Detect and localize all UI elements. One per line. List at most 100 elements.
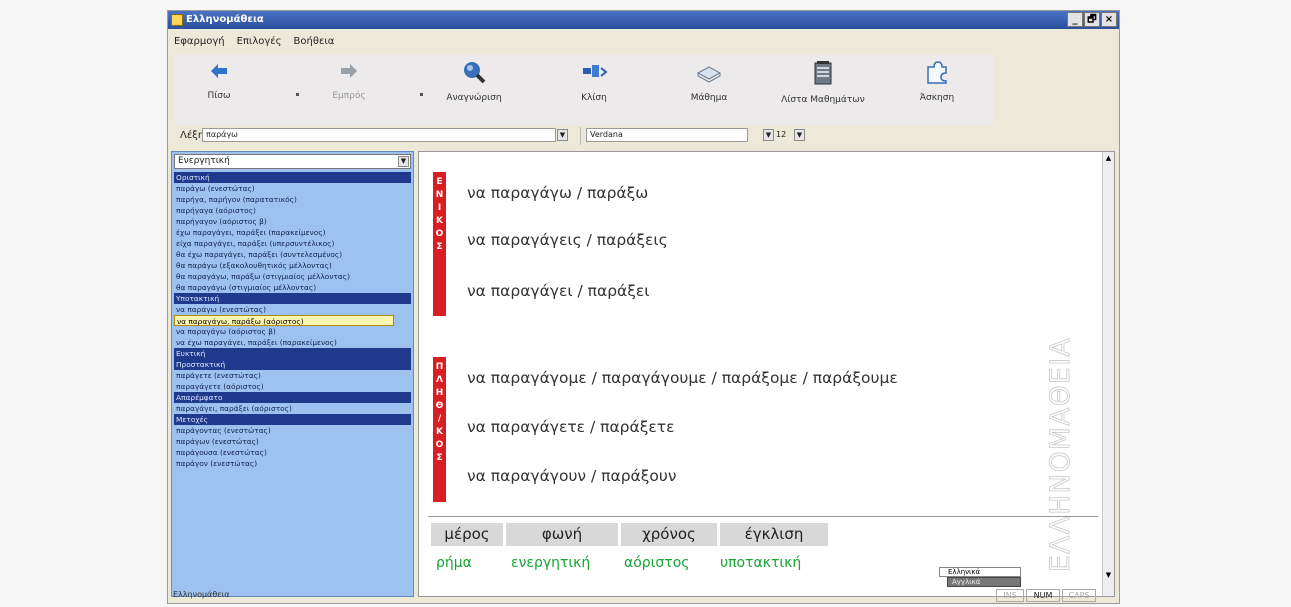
status-text: Ελληνομάθεια (173, 590, 230, 599)
form-item[interactable]: να παραγάγω (αόριστος β) (174, 326, 411, 337)
plural-letter: Λ (436, 375, 443, 385)
singular-label: ΕΝΙΚΟΣ (433, 172, 446, 316)
mood-header[interactable]: Ευκτική (174, 348, 411, 359)
language-toggle[interactable]: Ελληνικά Αγγλικά (939, 567, 1023, 589)
lesson-list-label: Λίστα Μαθημάτων (781, 95, 865, 105)
plural-label: Π Λ Η Θ / Κ Ο Σ (433, 357, 446, 502)
watermark-text: ΕΛΛΗΝΟΜΑΘΕΙΑ (1045, 337, 1076, 572)
forward-arrow-icon (341, 64, 357, 78)
conjugation-singular-2: να παραγάγεις / παράξεις (467, 231, 668, 249)
conjugation-singular-3: να παραγάγει / παράξει (467, 282, 650, 300)
app-icon (171, 14, 183, 26)
close-button[interactable]: × (1101, 12, 1117, 27)
conjugation-plural-1: να παραγάγομε / παραγάγουμε / παράξομε /… (467, 369, 898, 387)
lesson-list-button[interactable]: Λίστα Μαθημάτων (778, 59, 868, 119)
forward-label: Εμπρός (332, 91, 366, 101)
plural-letter: Κ (436, 427, 443, 437)
form-item[interactable]: θα παράγω (εξακολουθητικός μέλλοντας) (174, 260, 411, 271)
form-item[interactable]: να παραγάγω, παράξω (αόριστος) (174, 315, 394, 326)
inflection-icon (583, 65, 608, 77)
form-item[interactable]: να έχω παραγάγει, παράξει (παρακείμενος) (174, 337, 411, 348)
mood-header[interactable]: Απαρέμφατο (174, 392, 411, 403)
form-item[interactable]: έχω παραγάγει, παράξει (παρακείμενος) (174, 227, 411, 238)
exercise-label: Άσκηση (919, 93, 955, 103)
form-item[interactable]: θα παραγάγω (στιγμιαίος μέλλοντας) (174, 282, 411, 293)
header-part: μέρος (431, 523, 503, 546)
form-item[interactable]: παράγοντας (ενεστώτας) (174, 425, 411, 436)
menu-bar: Εφαρμογή Επιλογές Βοήθεια (168, 30, 1119, 52)
notepad-icon (814, 61, 832, 85)
maximize-button[interactable]: 🗗 (1084, 12, 1100, 27)
lesson-label: Μάθημα (690, 93, 728, 103)
mood-header[interactable]: Μετοχές (174, 414, 411, 425)
plural-letter: / (437, 414, 442, 424)
form-item[interactable]: παράγουσα (ενεστώτας) (174, 447, 411, 458)
menu-options[interactable]: Επιλογές (231, 36, 288, 47)
forward-button[interactable]: Εμπρός (304, 59, 394, 119)
font-dropdown-button[interactable]: ▼ (763, 129, 774, 141)
form-item[interactable]: θα έχω παραγάγει, παράξει (συντελεσμένος… (174, 249, 411, 260)
minimize-button[interactable]: _ (1067, 12, 1083, 27)
lang-greek[interactable]: Ελληνικά (939, 567, 1021, 577)
menu-help[interactable]: Βοήθεια (288, 36, 341, 47)
toolbar: Πίσω Εμπρός Αναγνώριση Κλίση Μάθημα Λίστ… (174, 55, 994, 125)
plural-letter: Θ (435, 401, 444, 411)
lang-english[interactable]: Αγγλικά (947, 577, 1021, 587)
mood-header[interactable]: Οριστική (174, 172, 411, 183)
back-arrow-icon (211, 64, 227, 78)
form-item[interactable]: παραγάγει, παράξει (αόριστος) (174, 403, 411, 414)
word-input[interactable]: παράγω (202, 128, 556, 142)
header-tense: χρόνος (621, 523, 717, 546)
form-item[interactable]: παράγον (ενεστώτας) (174, 458, 411, 469)
font-select[interactable]: Verdana (586, 128, 748, 142)
puzzle-icon (927, 61, 947, 84)
inflection-button[interactable]: Κλίση (549, 59, 639, 119)
voice-select[interactable]: Ενεργητική ▼ (174, 154, 411, 169)
plural-letter: Π (435, 362, 444, 372)
form-item[interactable]: παράγετε (ενεστώτας) (174, 370, 411, 381)
conjugation-view: ΕΝΙΚΟΣ Π Λ Η Θ / Κ Ο Σ να παραγάγω / παράξω να … (418, 151, 1115, 597)
lesson-button[interactable]: Μάθημα (664, 59, 754, 119)
status-caps: CAPS (1062, 589, 1096, 602)
word-bar: Λέξη παράγω ▼ Verdana ▼ 12 ▼ (168, 127, 1119, 147)
value-tense: αόριστος (624, 555, 690, 571)
menu-application[interactable]: Εφαρμογή (168, 36, 231, 47)
voice-value: Ενεργητική (178, 156, 230, 166)
book-icon (696, 66, 722, 83)
exercise-button[interactable]: Άσκηση (892, 59, 982, 119)
header-mood: έγκλιση (720, 523, 828, 546)
scroll-down-icon[interactable]: ▼ (1104, 570, 1113, 580)
conjugation-plural-3: να παραγάγουν / παράξουν (467, 467, 677, 485)
forms-list: Οριστική παράγω (ενεστώτας) παρήγα, παρήγο… (174, 172, 411, 469)
mood-header[interactable]: Υποτακτική (174, 293, 411, 304)
form-item[interactable]: να παράγω (ενεστώτας) (174, 304, 411, 315)
form-item[interactable]: παρήγαγον (αόριστος β) (174, 216, 411, 227)
back-label: Πίσω (207, 91, 231, 101)
watermark-logo: ΕΛΛΗΝΟΜΑΘΕΙΑ (1045, 337, 1077, 573)
app-window: Ελληνομάθεια _ 🗗 × Εφαρμογή Επιλογές Βοή… (167, 10, 1120, 604)
back-button[interactable]: Πίσω (174, 59, 264, 119)
header-voice: φωνή (506, 523, 618, 546)
window-title: Ελληνομάθεια (186, 14, 264, 25)
toolbar-dropdown-dot-2[interactable] (420, 93, 423, 96)
vertical-scrollbar[interactable]: ▲ ▼ (1102, 152, 1114, 596)
recognition-button[interactable]: Αναγνώριση (429, 59, 519, 119)
plural-letter: Η (435, 388, 444, 398)
word-bar-divider (580, 127, 581, 145)
scroll-up-icon[interactable]: ▲ (1104, 153, 1113, 163)
font-size-dropdown-button[interactable]: ▼ (794, 129, 805, 141)
word-dropdown-button[interactable]: ▼ (557, 129, 568, 141)
mood-header[interactable]: Προστακτική (174, 359, 411, 370)
status-bar: Ελληνομάθεια INS NUM CAPS (168, 588, 1119, 604)
form-item[interactable]: είχα παραγάγει, παράξει (υπερσυντέλικος) (174, 238, 411, 249)
form-item[interactable]: θα παραγάγω, παράξω (στιγμιαίος μέλλοντα… (174, 271, 411, 282)
voice-dropdown-button[interactable]: ▼ (398, 156, 409, 167)
form-item[interactable]: παρήγαγα (αόριστος) (174, 205, 411, 216)
form-item[interactable]: παραγάγετε (αόριστος) (174, 381, 411, 392)
form-item[interactable]: παράγων (ενεστώτας) (174, 436, 411, 447)
title-bar: Ελληνομάθεια _ 🗗 × (168, 11, 1119, 29)
toolbar-dropdown-dot[interactable] (296, 93, 299, 96)
inflection-label: Κλίση (581, 93, 607, 103)
form-item[interactable]: παρήγα, παρήγον (παρατατικός) (174, 194, 411, 205)
form-item[interactable]: παράγω (ενεστώτας) (174, 183, 411, 194)
